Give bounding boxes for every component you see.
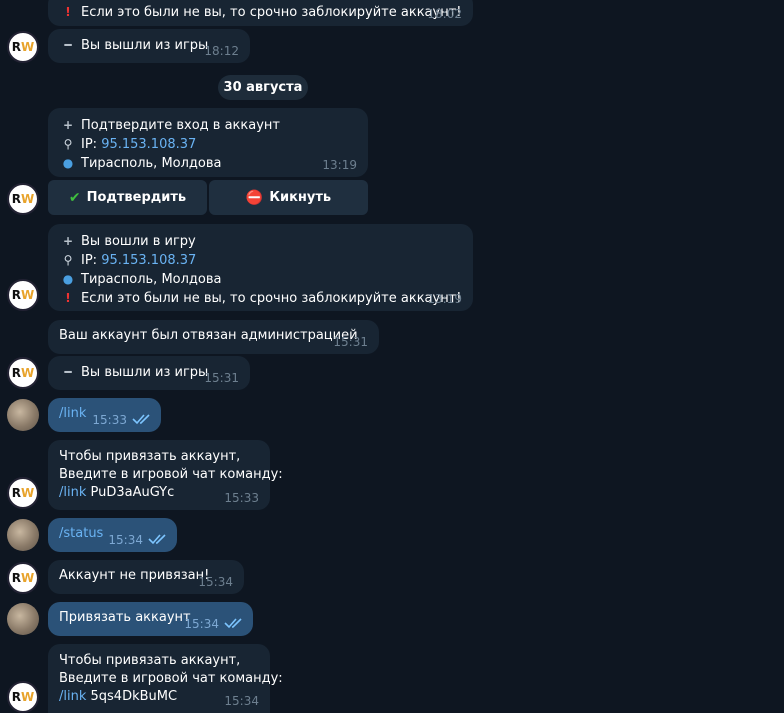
message-bubble: ━ Вы вышли из игры 18:12 [48, 29, 250, 63]
code-text: 5qs4DkBuMC [86, 689, 178, 704]
message-time: 15:33 [224, 491, 259, 505]
user-avatar[interactable] [7, 399, 39, 431]
message-text: Введите в игровой чат команду: [59, 467, 283, 482]
message-time: 15:31 [333, 335, 368, 349]
command-link[interactable]: /status [59, 526, 103, 541]
bot-avatar[interactable]: RW [7, 357, 39, 389]
location-text: Тирасполь, Молдова [81, 156, 222, 171]
bot-avatar[interactable]: RW [7, 681, 39, 713]
message-time: 18:12 [204, 44, 239, 58]
no-entry-icon: ⛔ [245, 189, 264, 206]
message-bubble: /link 15:33 [48, 398, 161, 432]
message-time: 15:31 [204, 371, 239, 385]
message-bubble: ━ Вы вышли из игры 15:31 [48, 356, 250, 390]
message-bubble: Привязать аккаунт 15:34 [48, 602, 253, 636]
exclamation-icon: ! [65, 291, 71, 305]
message-text: Привязать аккаунт [59, 610, 191, 625]
message-time: 15:34 [198, 575, 233, 589]
bot-avatar[interactable]: RW [7, 279, 39, 311]
message-text: Вы вышли из игры [81, 365, 209, 380]
message-text: Введите в игровой чат команду: [59, 671, 283, 686]
minus-icon: ━ [64, 365, 72, 379]
location-text: Тирасполь, Молдова [81, 272, 222, 287]
message-text: Чтобы привязать аккаунт, [59, 449, 241, 464]
message-text: Если это были не вы, то срочно заблокиру… [81, 5, 462, 20]
ip-link[interactable]: 95.153.108.37 [101, 253, 196, 268]
globe-icon: ● [62, 272, 74, 286]
message-time: 15:34 [184, 617, 219, 631]
message-bubble: Аккаунт не привязан! 15:34 [48, 560, 244, 594]
message-bubble: + Вы вошли в игру ⚲ IP: 95.153.108.37 ● Тир… [48, 224, 473, 311]
code-text: PuD3aAuGYc [86, 485, 175, 500]
plus-icon: + [62, 118, 74, 132]
ip-link[interactable]: 95.153.108.37 [101, 137, 196, 152]
double-check-icon [148, 534, 166, 545]
message-bubble: + Подтвердите вход в аккаунт ⚲ IP: 95.153.… [48, 108, 368, 177]
bot-avatar[interactable]: RW [7, 477, 39, 509]
message-time: 15:34 [108, 533, 143, 547]
double-check-icon [132, 414, 150, 425]
confirm-button[interactable]: ✔ Подтвердить [48, 180, 207, 215]
kick-label: Кикнуть [269, 190, 332, 205]
message-time: 15:34 [224, 694, 259, 708]
message-time: 18:02 [427, 7, 462, 21]
user-avatar[interactable] [7, 519, 39, 551]
bot-avatar[interactable]: RW [7, 31, 39, 63]
check-icon: ✔ [68, 189, 81, 206]
bot-avatar[interactable]: RW [7, 183, 39, 215]
command-link[interactable]: /link [59, 485, 86, 500]
message-text: Ваш аккаунт был отвязан администрацией [59, 328, 358, 343]
message-text: Чтобы привязать аккаунт, [59, 653, 241, 668]
warning-text: Если это были не вы, то срочно заблокиру… [81, 291, 462, 306]
bot-avatar[interactable]: RW [7, 562, 39, 594]
message-time: 13:19 [427, 292, 462, 306]
message-text: Аккаунт не привязан! [59, 568, 210, 583]
user-avatar[interactable] [7, 603, 39, 635]
message-time: 15:33 [92, 413, 127, 427]
minus-icon: ━ [64, 38, 72, 52]
message-text: Вы вошли в игру [81, 234, 196, 249]
message-text: Вы вышли из игры [81, 38, 209, 53]
message-text: Подтвердите вход в аккаунт [81, 118, 280, 133]
double-check-icon [224, 618, 242, 629]
command-link[interactable]: /link [59, 406, 86, 421]
ip-label: IP: [81, 137, 102, 152]
confirm-label: Подтвердить [86, 190, 187, 205]
exclamation-icon: ! [65, 5, 71, 19]
magnifier-icon: ⚲ [63, 137, 73, 151]
date-separator: 30 августа [218, 75, 308, 100]
globe-icon: ● [62, 156, 74, 170]
message-bubble: Чтобы привязать аккаунт, Введите в игров… [48, 644, 283, 713]
plus-icon: + [62, 234, 74, 248]
kick-button[interactable]: ⛔ Кикнуть [209, 180, 368, 215]
message-bubble: /status 15:34 [48, 518, 177, 552]
magnifier-icon: ⚲ [63, 253, 73, 267]
message-bubble: ! Если это были не вы, то срочно заблокир… [48, 0, 473, 26]
command-link[interactable]: /link [59, 689, 86, 704]
ip-label: IP: [81, 253, 102, 268]
message-bubble: Чтобы привязать аккаунт, Введите в игров… [48, 440, 283, 510]
message-bubble: Ваш аккаунт был отвязан администрацией 1… [48, 320, 379, 354]
message-time: 13:19 [322, 158, 357, 172]
